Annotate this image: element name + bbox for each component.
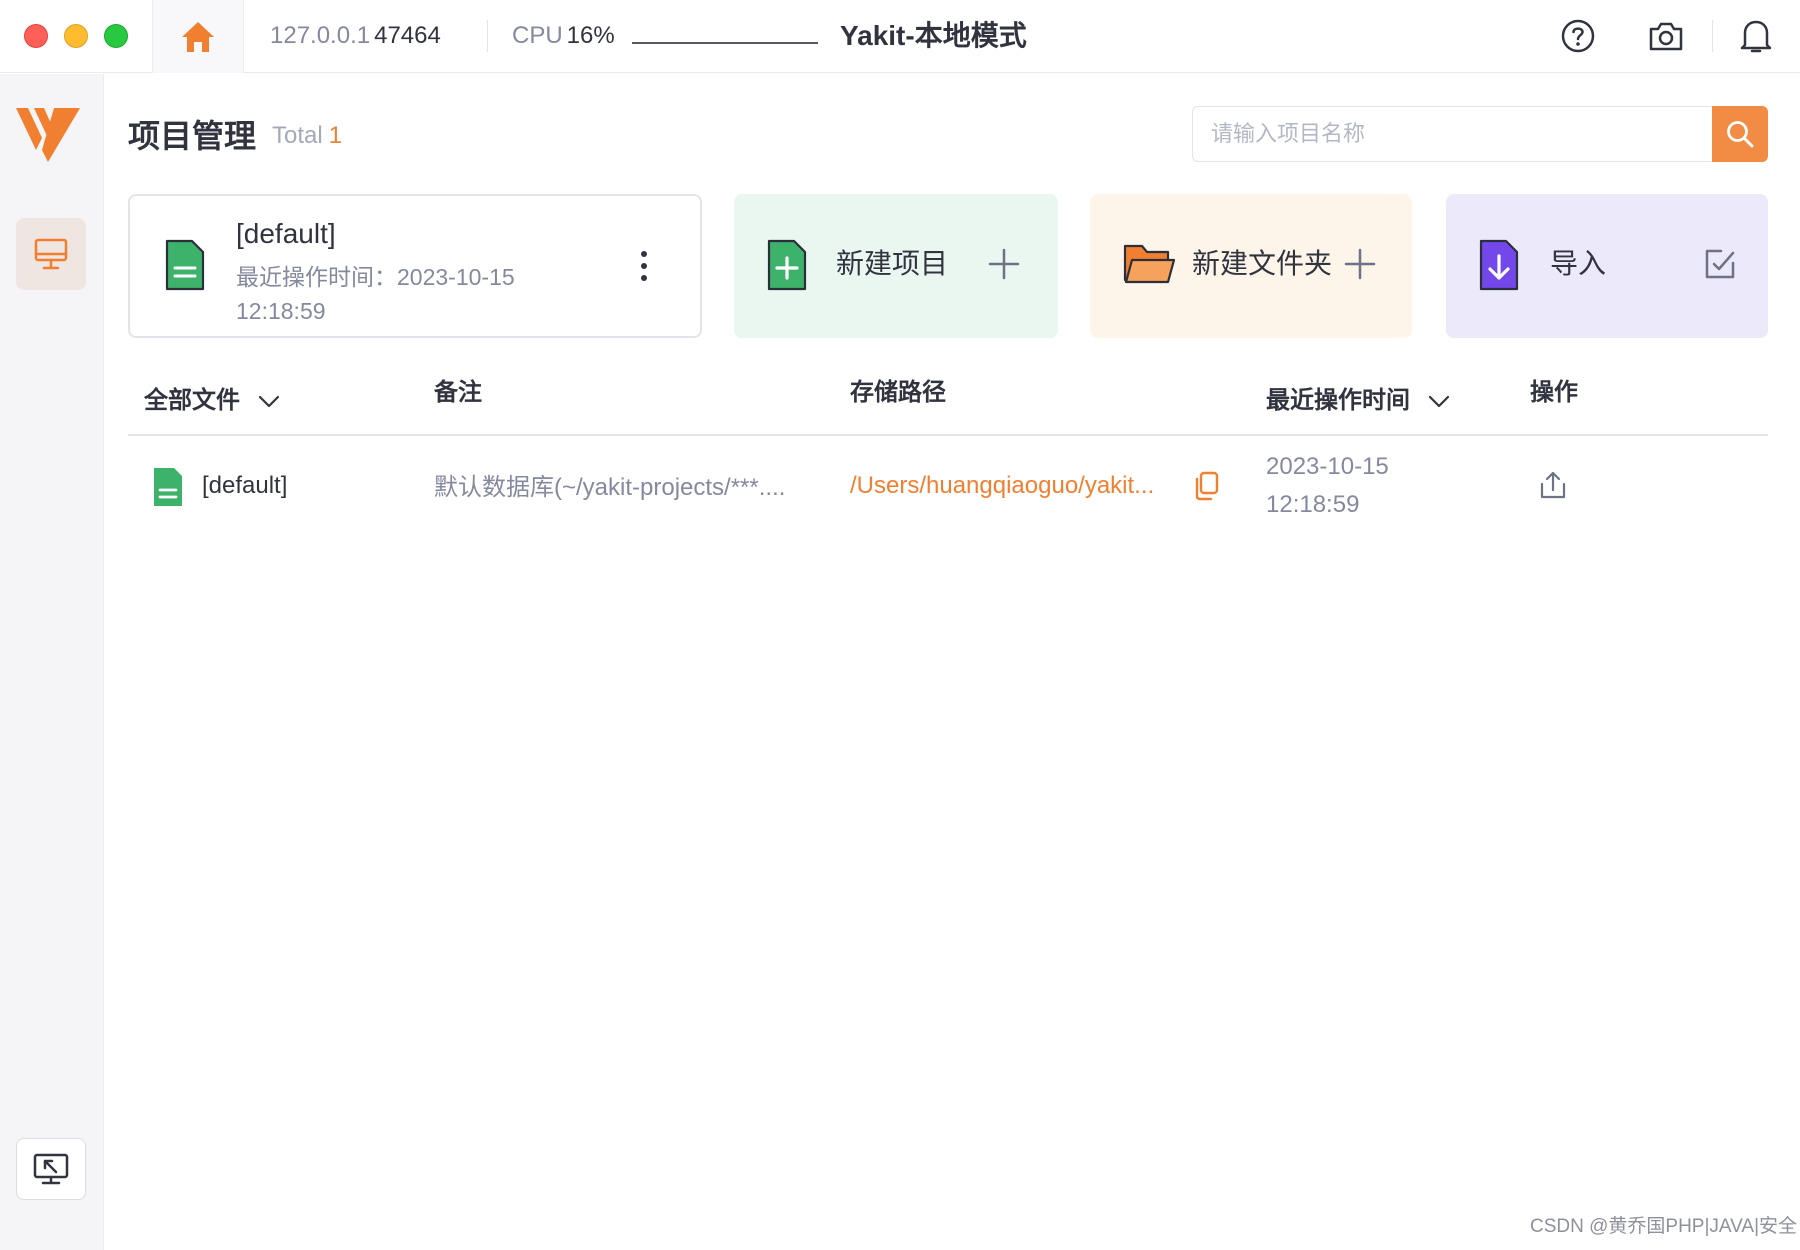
new-folder-add [1340,244,1380,284]
column-path: 存储路径 [850,376,946,410]
sidebar [0,74,104,1250]
import-card[interactable]: 导入 [1446,194,1768,338]
row-remark: 默认数据库(~/yakit-projects/***.... [434,474,786,501]
new-folder-label: 新建文件夹 [1192,248,1333,279]
total-count: Total 1 [272,120,342,152]
column-label: 备注 [434,379,482,406]
close-window-button[interactable] [24,24,48,48]
column-all-files[interactable]: 全部文件 [144,384,280,418]
project-file-icon [154,468,182,506]
chevron-down-icon [258,395,280,408]
column-label: 全部文件 [144,387,240,414]
cpu-sparkline [632,42,818,44]
camera-icon [1649,22,1683,51]
column-last-operated[interactable]: 最近操作时间 [1266,384,1450,418]
app-title: Yakit-本地模式 [840,20,1027,51]
current-project-time: 最近操作时间：2023-10-15 12:18:59 [236,260,576,328]
project-file-icon [165,239,205,291]
new-project-add [984,244,1024,284]
time-clock: 12:18:59 [236,298,326,324]
engine-ip: 127.0.0.1 [270,22,371,49]
copy-icon[interactable] [1192,470,1220,502]
import-action [1700,244,1740,284]
minimize-window-button[interactable] [64,24,88,48]
column-label: 存储路径 [850,379,946,406]
help-icon [1561,19,1595,53]
row-storage-path[interactable]: /Users/huangqiaoguo/yakit... [850,468,1154,504]
column-label: 最近操作时间 [1266,387,1410,414]
new-folder-card[interactable]: 新建文件夹 [1090,194,1412,338]
more-options-button[interactable] [630,244,658,288]
engine-port: 47464 [374,22,441,49]
chevron-down-icon [1428,395,1450,408]
home-tab[interactable] [152,0,244,73]
sidebar-item-projects[interactable] [16,218,86,290]
import-file-icon [1479,239,1519,291]
more-dot-icon [641,263,647,269]
plus-icon [988,248,1020,280]
folder-icon [1123,244,1176,284]
plus-icon [1344,248,1376,280]
import-check-icon [1705,249,1735,279]
search-icon [1727,121,1754,148]
row-time-date: 2023-10-15 [1266,453,1389,480]
column-actions: 操作 [1530,376,1578,410]
divider [1712,20,1713,52]
row-project-name[interactable]: [default] [202,468,287,504]
title-bar: 127.0.0.1 47464 CPU 16% Yakit-本地模式 [0,0,1800,73]
total-number: 1 [328,122,343,149]
time-label: 最近操作时间： [236,264,397,290]
column-remark: 备注 [434,376,482,410]
help-button[interactable] [1558,16,1598,56]
sidebar-screen-button[interactable] [16,1138,86,1200]
new-project-label: 新建项目 [836,248,949,279]
table-header-divider [128,434,1768,436]
current-project-card[interactable]: [default] 最近操作时间：2023-10-15 12:18:59 [128,194,702,338]
watermark: CSDN @黄乔国PHP|JAVA|安全 [1530,1216,1798,1237]
import-label: 导入 [1550,248,1607,279]
current-project-name: [default] [236,218,336,249]
more-dot-icon [641,275,647,281]
row-time-clock: 12:18:59 [1266,491,1360,518]
maximize-window-button[interactable] [104,24,128,48]
column-label: 操作 [1530,379,1578,406]
new-project-card[interactable]: 新建项目 [734,194,1058,338]
project-search-input[interactable] [1192,106,1714,162]
total-label: Total [272,122,323,149]
screenshot-button[interactable] [1646,16,1686,56]
new-file-icon [767,239,807,291]
home-icon [182,21,214,52]
divider [487,20,488,52]
export-icon[interactable] [1538,470,1568,500]
cpu-label: CPU [512,22,563,49]
more-dot-icon [641,251,647,257]
cpu-usage: CPU 16% [512,20,615,52]
engine-address: 127.0.0.1 47464 [270,20,441,52]
row-last-operated: 2023-10-15 12:18:59 [1266,448,1446,524]
cpu-value: 16% [566,22,615,49]
time-date: 2023-10-15 [397,264,515,290]
page-title: 项目管理 [128,118,257,154]
search-button[interactable] [1712,106,1768,162]
bell-icon [1740,20,1772,53]
monitor-icon [34,238,68,270]
yakit-logo-icon [16,108,80,162]
notifications-button[interactable] [1736,16,1776,56]
screen-share-icon [33,1153,69,1185]
